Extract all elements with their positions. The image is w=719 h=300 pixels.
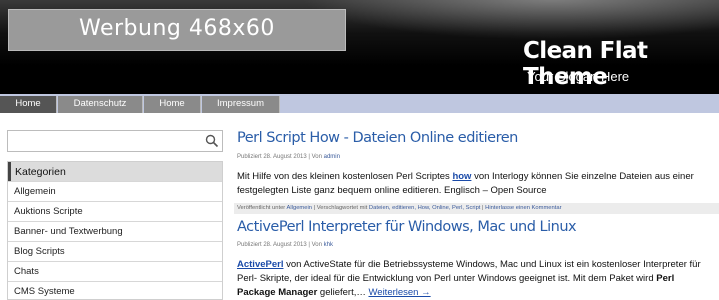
post-title[interactable]: Perl Script How - Dateien Online editier… (237, 130, 518, 146)
category-item[interactable]: Banner- und Textwerbung (8, 221, 222, 241)
categories-heading: Kategorien (8, 162, 222, 181)
category-item[interactable]: Auktions Scripte (8, 201, 222, 221)
header-glow (300, 0, 719, 40)
site-slogan: Your Slogan Here (527, 69, 630, 84)
post-meta: Publiziert 28. August 2013 | Von khk (237, 242, 333, 248)
search-icon[interactable] (205, 134, 219, 148)
excerpt-text: von ActiveState für die Betriebssysteme … (237, 259, 701, 284)
comment-link[interactable]: Hinterlasse einen Kommentar (485, 205, 561, 211)
category-item[interactable]: CMS Systeme (8, 281, 222, 300)
read-more-link[interactable]: Weiterlesen → (368, 287, 430, 298)
nav-item-home-2[interactable]: Home (144, 96, 201, 113)
nav-item-home[interactable]: Home (0, 96, 57, 113)
post-meta-text: Publiziert 28. August 2013 | Von (237, 242, 324, 248)
script-link[interactable]: how (452, 171, 471, 182)
category-item[interactable]: Blog Scripts (8, 241, 222, 261)
excerpt-text: geliefert,… (317, 287, 369, 298)
categories-widget: Kategorien Allgemein Auktions Scripte Ba… (7, 161, 223, 300)
post-author-link[interactable]: khk (324, 242, 333, 248)
nav-item-impressum[interactable]: Impressum (202, 96, 280, 113)
post-excerpt: Mit Hilfe von des kleinen kostenlosen Pe… (237, 170, 707, 198)
site-header: Werbung 468x60 Clean Flat Theme Your Slo… (0, 0, 719, 94)
post-footer: Veröffentlicht unter Allgemein | Verschl… (234, 203, 719, 214)
ad-banner-label: Werbung 468x60 (79, 16, 275, 41)
main-nav: Home Datenschutz Home Impressum (0, 94, 719, 113)
activeperl-link[interactable]: ActivePerl (237, 259, 283, 270)
footer-text: Veröffentlicht unter (237, 205, 287, 211)
post-author-link[interactable]: admin (324, 154, 340, 160)
category-link[interactable]: Allgemein (287, 205, 312, 211)
category-item[interactable]: Allgemein (8, 181, 222, 201)
category-item[interactable]: Chats (8, 261, 222, 281)
post-meta-text: Publiziert 28. August 2013 | Von (237, 154, 324, 160)
search-input[interactable] (10, 133, 200, 149)
tag-links[interactable]: Dateien, editieren, How, Online, Perl, S… (369, 205, 480, 211)
nav-item-datenschutz[interactable]: Datenschutz (58, 96, 143, 113)
excerpt-text: Mit Hilfe von des kleinen kostenlosen Pe… (237, 171, 453, 182)
post-meta: Publiziert 28. August 2013 | Von admin (237, 154, 340, 160)
post-title[interactable]: ActivePerl Interpreter für Windows, Mac … (237, 219, 577, 235)
search-box (7, 130, 223, 152)
ad-banner[interactable]: Werbung 468x60 (8, 9, 346, 51)
footer-text: | Verschlagwortet mit (312, 205, 369, 211)
post-excerpt: ActivePerl von ActiveState für die Betri… (237, 258, 707, 300)
